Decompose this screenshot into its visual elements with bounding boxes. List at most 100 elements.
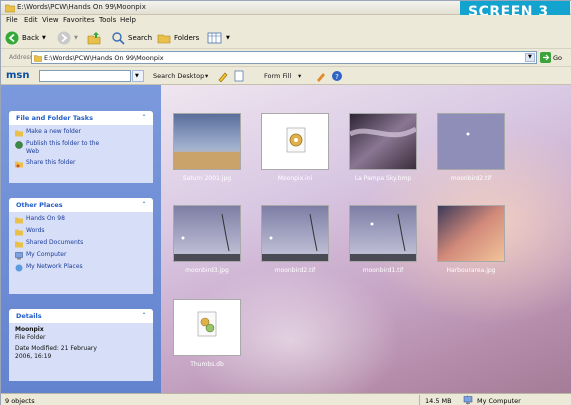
place-shared-documents[interactable]: Shared Documents: [15, 239, 147, 249]
file-item[interactable]: moonbird2.tif: [437, 113, 505, 182]
task-label: Share this folder: [26, 159, 76, 166]
detail-name: Moonpix: [15, 326, 44, 333]
task-label: Publish this folder to the: [26, 140, 100, 147]
menu-bar: File Edit View Favorites Tools Help: [1, 15, 571, 27]
thumbnail: [261, 113, 329, 170]
file-item[interactable]: La Pampa Sky.bmp: [349, 113, 417, 182]
panel-header[interactable]: File and Folder Tasks ⌃: [9, 111, 153, 125]
task-label-cont: Web: [26, 148, 40, 155]
place-label: Words: [26, 227, 45, 234]
address-bar: Address E:\Words\PCW\Hands On 99\Moonpix…: [1, 49, 571, 67]
address-dropdown-button[interactable]: ▼: [525, 53, 535, 62]
place-my-network[interactable]: My Network Places: [15, 263, 147, 273]
photo-thumbnail: [174, 114, 240, 169]
address-value: E:\Words\PCW\Hands On 99\Moonpix: [44, 54, 164, 62]
panel-title: File and Folder Tasks: [16, 114, 93, 122]
file-item[interactable]: Harbourarea.jpg: [437, 205, 505, 274]
explorer-window: E:\Words\PCW\Hands On 99\Moonpix SCREEN …: [0, 0, 571, 405]
msn-search-dropdown[interactable]: ▼: [132, 70, 144, 82]
thumbnail: [349, 113, 417, 170]
panel-header[interactable]: Other Places ⌃: [9, 198, 153, 212]
menu-view[interactable]: View: [42, 16, 59, 24]
search-icon: [112, 32, 125, 45]
place-label: Hands On 98: [26, 215, 65, 222]
msn-toolbar: msn ▼ Search Desktop ▾ Form Fill ▾ ?: [1, 67, 571, 85]
folder-icon: [34, 55, 42, 62]
menu-favorites[interactable]: Favorites: [63, 16, 95, 24]
chevron-down-icon[interactable]: ▾: [298, 72, 301, 80]
folders-label: Folders: [174, 34, 200, 42]
computer-icon: [463, 396, 473, 404]
file-item[interactable]: moonbird3.jpg: [173, 205, 241, 274]
folders-button[interactable]: Folders: [157, 30, 199, 46]
share-folder-task[interactable]: Share this folder: [15, 159, 147, 169]
database-file-icon: [174, 300, 240, 355]
collapse-icon[interactable]: ⌃: [140, 114, 148, 122]
place-hands-on[interactable]: Hands On 98: [15, 215, 147, 225]
go-arrow-icon: [543, 54, 550, 61]
thumbnail: [437, 113, 505, 170]
back-button[interactable]: Back ▼: [5, 30, 46, 46]
back-label: Back: [22, 34, 39, 42]
file-name: moonbird2.tif: [450, 175, 492, 182]
chevron-down-icon: ▼: [42, 35, 46, 41]
file-item[interactable]: moonbird1.tif: [349, 205, 417, 274]
menu-help[interactable]: Help: [120, 16, 136, 24]
file-name: La Pampa Sky.bmp: [354, 175, 412, 182]
file-name: moonbird3.jpg: [185, 267, 229, 274]
msn-search-input[interactable]: [39, 70, 131, 82]
pencil-icon[interactable]: [315, 70, 327, 82]
publish-web-task[interactable]: Publish this folder to the Web: [15, 140, 147, 157]
up-folder-button[interactable]: [87, 30, 101, 46]
go-button[interactable]: [540, 52, 551, 63]
task-label: Make a new folder: [26, 128, 82, 135]
file-name: Thumbs.db: [190, 361, 224, 368]
thumbnail: [173, 205, 241, 262]
file-name: Harbourarea.jpg: [446, 267, 496, 274]
status-divider: [419, 395, 420, 405]
forward-button[interactable]: ▼: [57, 30, 78, 46]
help-icon[interactable]: ?: [331, 70, 343, 82]
make-folder-task[interactable]: Make a new folder: [15, 128, 147, 138]
place-words[interactable]: Words: [15, 227, 147, 237]
msn-logo[interactable]: msn: [6, 70, 30, 81]
detail-modified-time: 2006, 16:19: [15, 353, 52, 360]
settings-file-icon: [262, 114, 328, 169]
collapse-icon[interactable]: ⌃: [140, 201, 148, 209]
file-item[interactable]: Moonpix.ini: [261, 113, 329, 182]
photo-thumbnail: [262, 206, 328, 261]
page-icon[interactable]: [233, 70, 245, 82]
go-label[interactable]: Go: [553, 54, 562, 62]
file-item[interactable]: moonbird2.tif: [261, 205, 329, 274]
panel-title: Other Places: [16, 201, 63, 209]
menu-file[interactable]: File: [6, 16, 18, 24]
status-object-count: 9 objects: [5, 397, 35, 405]
search-desktop-button[interactable]: Search Desktop: [153, 72, 204, 80]
photo-thumbnail: [438, 114, 504, 169]
panel-header[interactable]: Details ⌃: [9, 309, 153, 323]
other-places-panel: Other Places ⌃ Hands On 98 Words Shared …: [9, 198, 153, 294]
status-bar: 9 objects 14.5 MB My Computer: [1, 393, 571, 405]
place-label: My Computer: [26, 251, 67, 258]
menu-edit[interactable]: Edit: [24, 16, 38, 24]
svg-text:?: ?: [335, 73, 339, 81]
thumbnail: [261, 205, 329, 262]
collapse-icon[interactable]: ⌃: [140, 312, 148, 320]
views-button[interactable]: ▼: [207, 30, 230, 46]
search-button[interactable]: Search: [111, 30, 152, 46]
place-my-computer[interactable]: My Computer: [15, 251, 147, 261]
task-pane: File and Folder Tasks ⌃ Make a new folde…: [1, 85, 161, 393]
search-label: Search: [128, 34, 153, 42]
chevron-down-icon: ▼: [135, 73, 139, 79]
detail-type: File Folder: [15, 334, 46, 341]
form-fill-button[interactable]: Form Fill: [264, 72, 291, 80]
menu-tools[interactable]: Tools: [99, 16, 116, 24]
file-item[interactable]: Thumbs.db: [173, 299, 241, 368]
window-title: E:\Words\PCW\Hands On 99\Moonpix: [17, 3, 146, 11]
address-input[interactable]: E:\Words\PCW\Hands On 99\Moonpix ▼: [31, 51, 537, 64]
status-location: My Computer: [477, 397, 521, 405]
photo-thumbnail: [350, 206, 416, 261]
chevron-down-icon[interactable]: ▾: [205, 72, 208, 80]
highlight-icon[interactable]: [217, 70, 229, 82]
file-item[interactable]: Saturn 2001.jpg: [173, 113, 241, 182]
